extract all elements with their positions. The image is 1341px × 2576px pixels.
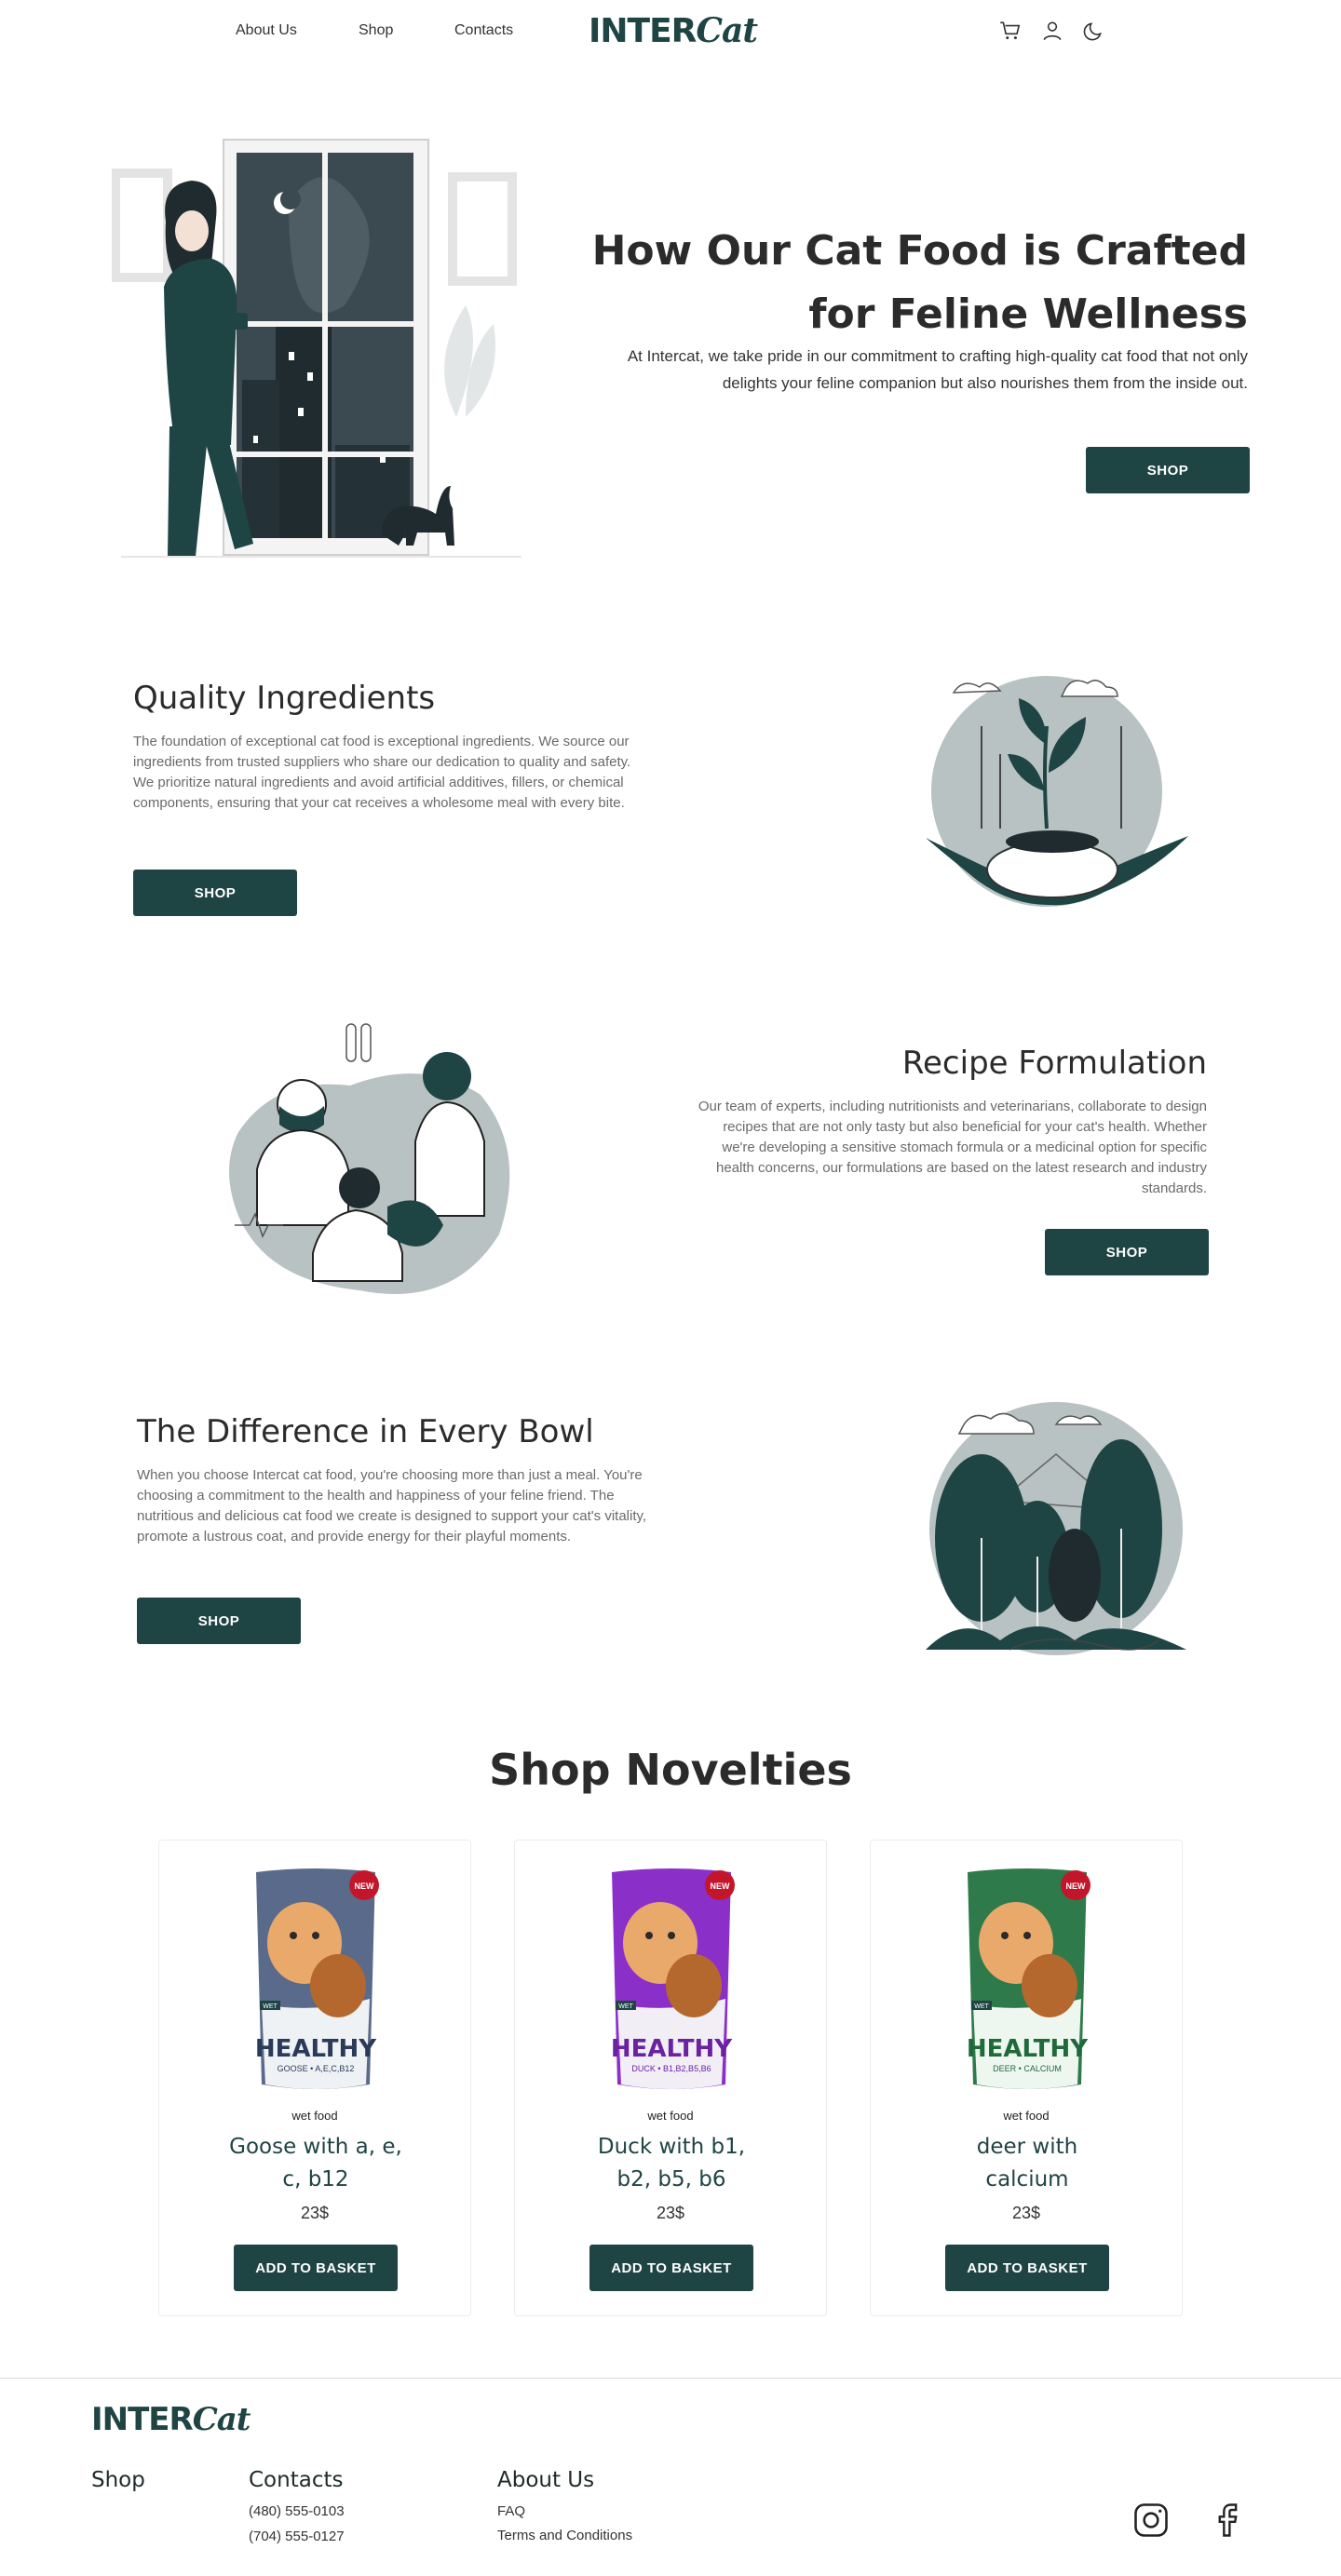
pouch-brand: HEALTHY [255,2035,377,2063]
footer-phone[interactable]: (480) 555-0103 [249,2503,345,2519]
footer-terms-link[interactable]: Terms and Conditions [497,2528,632,2543]
quality-ingredients-text: The foundation of exceptional cat food i… [133,734,631,811]
footer-about-heading: About Us [497,2468,595,2492]
pouch-brand: HEALTHY [611,2035,733,2063]
add-to-basket-button[interactable]: ADD TO BASKET [234,2245,398,2291]
product-pouch-image: NEW WET HEALTHY DEER • CALCIUM [967,1868,1090,2089]
pouch-tag: WET [618,2003,633,2010]
recipe-formulation-illustration [229,1023,510,1294]
facebook-icon[interactable] [1207,2500,1248,2541]
logo-text: INTER [589,12,697,50]
product-card: NEW WET HEALTHY DUCK • B1,B2,B5,B6 wet f… [514,1840,827,2316]
ingredients-illustration [926,676,1188,907]
hero-description: At Intercat, we take pride in our commit… [627,347,1248,392]
product-name[interactable]: Duck with b1, b2, b5, b6 [578,2131,765,2196]
footer-shop-link[interactable]: Shop [91,2468,145,2492]
footer-phone[interactable]: (704) 555-0127 [249,2529,345,2544]
footer-logo[interactable]: INTERCat [91,2401,251,2438]
nav-link-shop[interactable]: Shop [359,22,393,39]
shop-novelties-title: Shop Novelties [489,1745,852,1795]
pouch-subtitle: DUCK • B1,B2,B5,B6 [631,2064,711,2073]
product-kind: wet food [1003,2109,1050,2123]
add-to-basket-button[interactable]: ADD TO BASKET [945,2245,1109,2291]
footer-contacts-heading: Contacts [249,2468,344,2492]
hero-title: How Our Cat Food is Crafted for Feline We… [577,220,1248,346]
hero-title-line-1: How Our Cat Food is Crafted [591,227,1248,275]
pouch-subtitle: GOOSE • A,E,C,B12 [278,2064,355,2073]
user-icon[interactable] [1040,19,1064,43]
quality-ingredients-title: Quality Ingredients [133,680,436,717]
product-card: NEW WET HEALTHY DEER • CALCIUM wet food … [870,1840,1183,2316]
cart-icon[interactable] [998,19,1023,43]
difference-title: The Difference in Every Bowl [137,1413,594,1450]
quality-ingredients-shop-button[interactable]: SHOP [133,870,297,916]
logo-text-cat: Cat [192,2401,251,2438]
pouch-tag: WET [974,2003,989,2010]
pouch-subtitle: DEER • CALCIUM [993,2064,1062,2073]
product-price: 23$ [1011,2204,1041,2222]
footer-faq-link[interactable]: FAQ [497,2503,525,2519]
pouch-badge: NEW [1066,1881,1087,1891]
product-pouch-image: NEW WET HEALTHY GOOSE • A,E,C,B12 [255,1868,379,2089]
recipe-formulation-title: Recipe Formulation [901,1045,1207,1082]
pouch-brand: HEALTHY [967,2035,1089,2063]
hero-illustration [112,139,522,558]
forest-illustration [926,1402,1186,1655]
product-kind: wet food [291,2109,338,2123]
moon-icon[interactable] [1082,19,1106,43]
pouch-badge: NEW [711,1881,731,1891]
difference-shop-button[interactable]: SHOP [137,1598,301,1644]
recipe-formulation-shop-button[interactable]: SHOP [1045,1229,1209,1275]
add-to-basket-button[interactable]: ADD TO BASKET [589,2245,753,2291]
difference-text: When you choose Intercat cat food, you'r… [137,1467,647,1544]
product-name[interactable]: Goose with a, e, c, b12 [223,2131,409,2196]
logo-text-cat: Cat [696,11,758,50]
product-card: NEW WET HEALTHY GOOSE • A,E,C,B12 wet fo… [158,1840,471,2316]
recipe-formulation-text: Our team of experts, including nutrition… [698,1099,1207,1196]
product-price: 23$ [300,2204,330,2222]
pouch-badge: NEW [355,1881,375,1891]
hero-shop-button[interactable]: SHOP [1086,447,1250,493]
product-name[interactable]: deer with calcium [934,2131,1120,2196]
site-logo[interactable]: INTERCat [589,11,758,50]
product-kind: wet food [647,2109,694,2123]
hero-title-line-2: for Feline Wellness [808,290,1248,338]
product-pouch-image: NEW WET HEALTHY DUCK • B1,B2,B5,B6 [611,1868,735,2089]
footer: INTERCat Shop Contacts (480) 555-0103 (7… [0,2378,1341,2576]
instagram-icon[interactable] [1131,2500,1172,2541]
top-navigation: About Us Shop Contacts INTERCat [0,0,1341,65]
product-price: 23$ [656,2204,685,2222]
nav-link-contacts[interactable]: Contacts [454,22,513,39]
pouch-tag: WET [263,2003,278,2010]
logo-text: INTER [91,2401,194,2438]
nav-link-about-us[interactable]: About Us [236,22,297,39]
